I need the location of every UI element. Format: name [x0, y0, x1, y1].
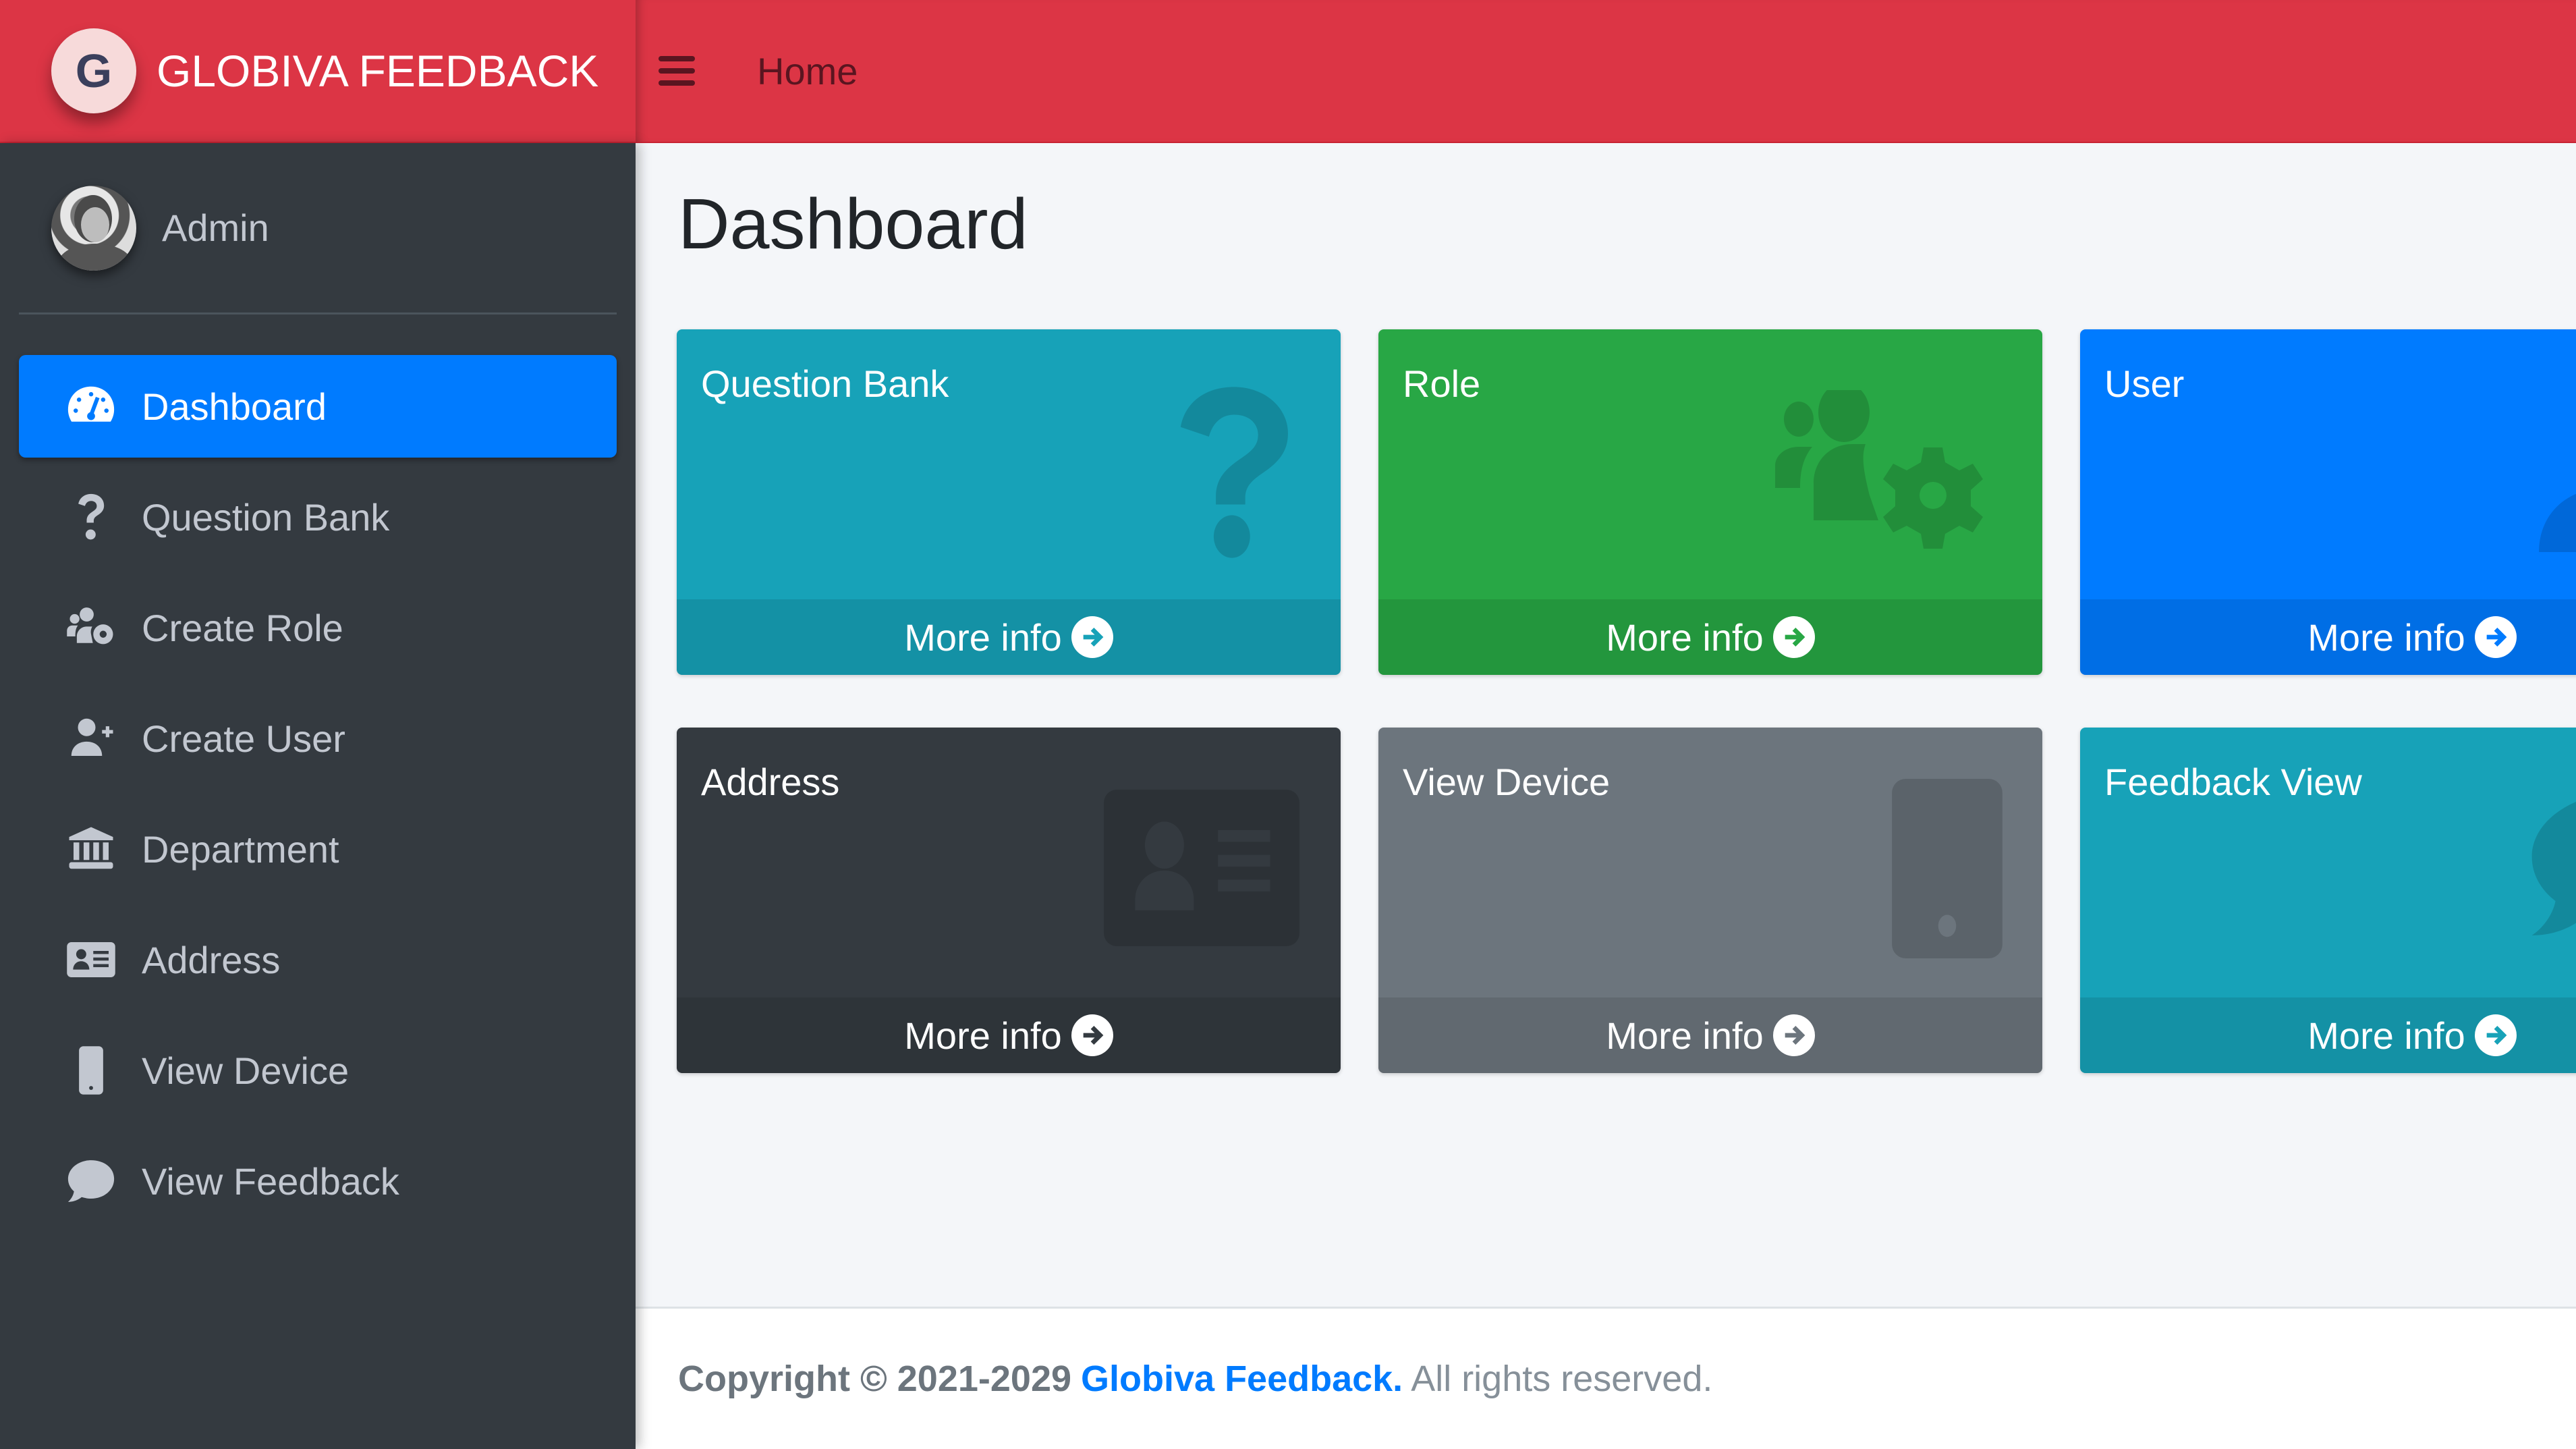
rights-text: All rights reserved. — [1411, 1359, 1713, 1399]
card-feedback-view: Feedback View More info — [2080, 728, 2576, 1073]
arrow-circle-right-icon — [2474, 1014, 2517, 1056]
university-icon — [61, 822, 121, 876]
card-title: Question Bank — [701, 362, 949, 405]
hamburger-icon[interactable] — [659, 56, 695, 86]
arrow-circle-right-icon — [1071, 616, 1113, 658]
arrow-circle-right-icon — [1772, 616, 1815, 658]
users-cog-icon — [1775, 390, 2005, 552]
more-info-label: More info — [904, 616, 1062, 659]
brand-name: GLOBIVA FEEDBACK — [157, 46, 599, 96]
copyright-text: Copyright © 2021-2029 — [678, 1359, 1072, 1399]
sidebar-item-create-user[interactable]: Create User — [19, 687, 617, 790]
more-info-link[interactable]: More info — [677, 997, 1341, 1073]
card-question-bank: Question Bank More info — [677, 329, 1341, 675]
card-title: View Device — [1403, 761, 1611, 803]
more-info-link[interactable]: More info — [1378, 997, 2042, 1073]
arrow-circle-right-icon — [1071, 1014, 1113, 1056]
mobile-icon — [1891, 779, 2003, 958]
content-wrapper: Dashboard Question Bank More info Role M… — [636, 143, 2576, 1307]
sidebar-item-address[interactable]: Address — [19, 908, 617, 1011]
avatar — [51, 185, 136, 271]
more-info-label: More info — [904, 1014, 1062, 1057]
brand-logo: G — [51, 28, 136, 113]
main-footer: Copyright © 2021-2029 Globiva Feedback. … — [636, 1307, 2576, 1449]
card-role: Role More info — [1378, 329, 2042, 675]
more-info-link[interactable]: More info — [1378, 599, 2042, 675]
more-info-label: More info — [1606, 1014, 1764, 1057]
card-title: Role — [1403, 362, 1481, 405]
more-info-label: More info — [2307, 1014, 2465, 1057]
top-navbar: Home — [636, 0, 2576, 143]
sidebar-item-label: Department — [142, 827, 339, 871]
tachometer-icon — [61, 379, 121, 433]
sidebar-item-view-feedback[interactable]: View Feedback — [19, 1130, 617, 1232]
card-user: User More info — [2080, 329, 2576, 675]
user-panel: Admin — [19, 143, 617, 315]
sidebar-item-label: Dashboard — [142, 385, 327, 428]
users-cog-icon — [61, 601, 121, 655]
sidebar: Admin Dashboard Question Bank Create Rol… — [0, 143, 636, 1449]
brand-link[interactable]: G GLOBIVA FEEDBACK — [0, 0, 636, 143]
address-card-icon — [1102, 790, 1301, 946]
card-title: Feedback View — [2104, 761, 2362, 803]
sidebar-item-department[interactable]: Department — [19, 798, 617, 900]
sidebar-item-label: Create Role — [142, 606, 343, 649]
more-info-link[interactable]: More info — [2080, 997, 2576, 1073]
user-name[interactable]: Admin — [162, 206, 269, 250]
brand-logo-letter: G — [75, 45, 113, 97]
card-view-device: View Device More info — [1378, 728, 2042, 1073]
question-icon — [1167, 378, 1301, 567]
more-info-link[interactable]: More info — [2080, 599, 2576, 675]
mobile-icon — [61, 1043, 121, 1097]
more-info-link[interactable]: More info — [677, 599, 1341, 675]
sidebar-item-create-role[interactable]: Create Role — [19, 576, 617, 679]
address-card-icon — [61, 933, 121, 987]
sidebar-item-view-device[interactable]: View Device — [19, 1019, 617, 1122]
arrow-circle-right-icon — [2474, 616, 2517, 658]
user-icon — [2512, 390, 2576, 566]
question-icon — [61, 490, 121, 544]
sidebar-nav: Dashboard Question Bank Create Role Crea… — [0, 355, 636, 1232]
comment-icon — [61, 1154, 121, 1208]
page-title: Dashboard — [678, 184, 1028, 264]
card-title: User — [2104, 362, 2185, 405]
sidebar-item-question-bank[interactable]: Question Bank — [19, 466, 617, 568]
sidebar-item-label: View Feedback — [142, 1159, 399, 1203]
card-title: Address — [701, 761, 840, 803]
sidebar-item-dashboard[interactable]: Dashboard — [19, 355, 617, 458]
nav-home-link[interactable]: Home — [757, 49, 858, 93]
sidebar-item-label: Question Bank — [142, 495, 390, 539]
company-link[interactable]: Globiva Feedback. — [1081, 1358, 1403, 1400]
more-info-label: More info — [1606, 616, 1764, 659]
sidebar-item-label: Address — [142, 938, 281, 981]
arrow-circle-right-icon — [1772, 1014, 1815, 1056]
user-plus-icon — [61, 711, 121, 765]
sidebar-item-label: Create User — [142, 717, 345, 760]
comment-icon — [2524, 792, 2576, 935]
card-address: Address More info — [677, 728, 1341, 1073]
sidebar-item-label: View Device — [142, 1049, 349, 1092]
more-info-label: More info — [2307, 616, 2465, 659]
